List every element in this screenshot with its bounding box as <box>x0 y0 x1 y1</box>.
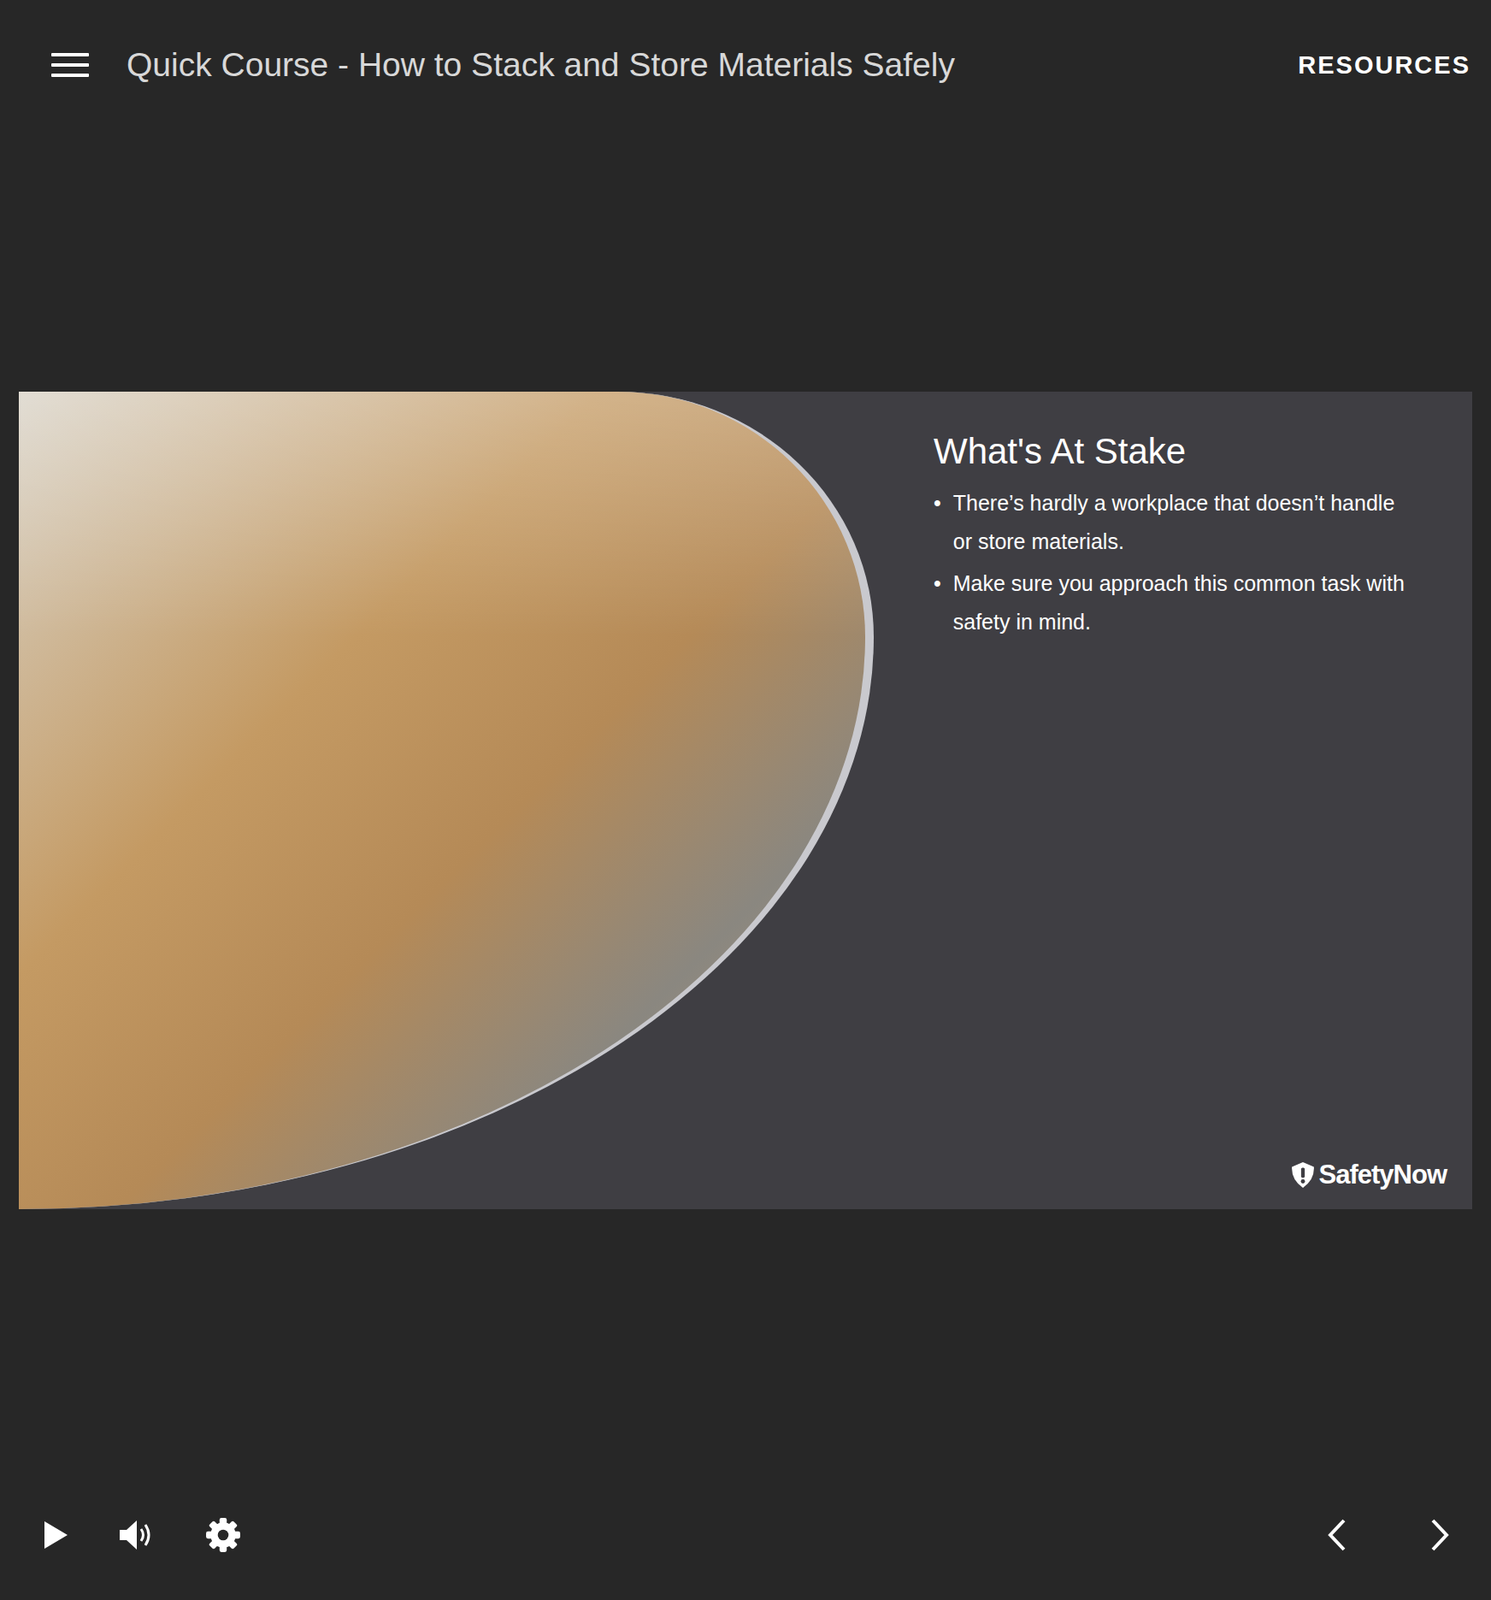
slide-text-panel: What's At Stake •There’s hardly a workpla… <box>873 391 1473 1209</box>
menu-icon[interactable] <box>51 53 89 77</box>
slide: What's At Stake •There’s hardly a workpla… <box>18 391 1473 1209</box>
top-bar: Quick Course - How to Stack and Store Ma… <box>0 0 1491 130</box>
bullet-list: •There’s hardly a workplace that doesn’t… <box>933 483 1447 645</box>
volume-icon[interactable] <box>117 1517 156 1552</box>
stage: What's At Stake •There’s hardly a workpla… <box>0 129 1491 1470</box>
bullet-item: •There’s hardly a workplace that doesn’t… <box>933 483 1413 561</box>
next-chevron-icon[interactable] <box>1429 1517 1450 1552</box>
previous-chevron-icon[interactable] <box>1326 1517 1348 1552</box>
play-icon[interactable] <box>42 1520 69 1550</box>
bullet-item: •Make sure you approach this common task… <box>933 564 1413 642</box>
slide-heading: What's At Stake <box>933 430 1447 472</box>
safetynow-logo: SafetyNow <box>1289 1159 1447 1191</box>
course-title: Quick Course - How to Stack and Store Ma… <box>126 46 955 84</box>
player-controls <box>0 1469 1491 1600</box>
course-player: Quick Course - How to Stack and Store Ma… <box>0 0 1491 1600</box>
shield-alert-icon <box>1289 1160 1317 1189</box>
settings-gear-icon[interactable] <box>205 1516 242 1553</box>
resources-button[interactable]: RESOURCES <box>1297 51 1471 80</box>
slide-photo <box>18 391 874 1209</box>
